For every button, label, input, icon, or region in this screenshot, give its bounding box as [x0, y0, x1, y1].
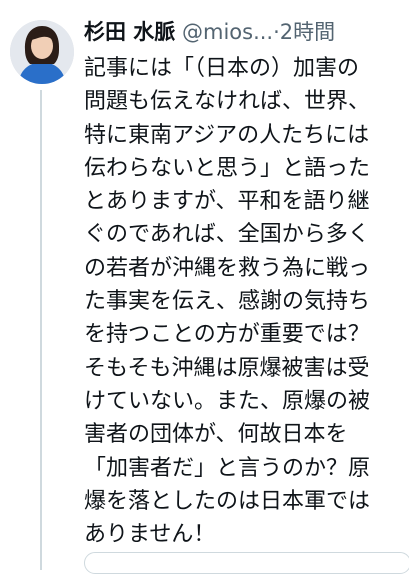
tweet-line: けていない。また、原爆の被 [84, 388, 371, 414]
header-separator: · [273, 20, 280, 44]
tweet-line: を持つことの方が重要では？ [84, 322, 370, 348]
tweet-line: 記事には「（日本の）加害の [84, 56, 360, 81]
tweet-timestamp[interactable]: 2時間 [280, 20, 335, 44]
tweet-line: ぐのであれば、全国から多く [84, 222, 370, 248]
tweet-line: 「加害者だ」と言うのか？原 [84, 455, 371, 481]
author-handle[interactable]: @mios... [182, 20, 273, 44]
tweet-body: 記事には「（日本の）加害の 問題も伝えなければ、世界、 特に東南アジアの人たちには伝… [84, 52, 404, 551]
tweet-header: 杉田 水脈 @mios...·2時間 [84, 14, 401, 50]
thread-connector-line [40, 90, 42, 570]
tweet-line: 伝わらないと思う」と語った [84, 155, 371, 181]
tweet-line: の若者が沖縄を救う為に戦っ [84, 255, 371, 281]
author-name[interactable]: 杉田 水脈 [84, 20, 175, 44]
tweet-line: ありません！ [84, 522, 216, 548]
user-avatar-icon [10, 20, 74, 84]
avatar[interactable] [10, 20, 74, 84]
quoted-card[interactable] [84, 552, 409, 574]
tweet-line: とありますが、平和を語り継 [84, 189, 370, 215]
tweet-line: 爆を落としたのは日本軍では [84, 488, 371, 514]
tweet-line: 害者の団体が、何故日本を [84, 422, 348, 448]
tweet-line: そもそも沖縄は原爆被害は受 [84, 355, 370, 381]
tweet-line: た事実を伝え、感謝の気持ち [84, 289, 371, 315]
tweet-line: 問題も伝えなければ、世界、 [84, 89, 371, 115]
tweet-line: 特に東南アジアの人たちには [84, 122, 370, 148]
